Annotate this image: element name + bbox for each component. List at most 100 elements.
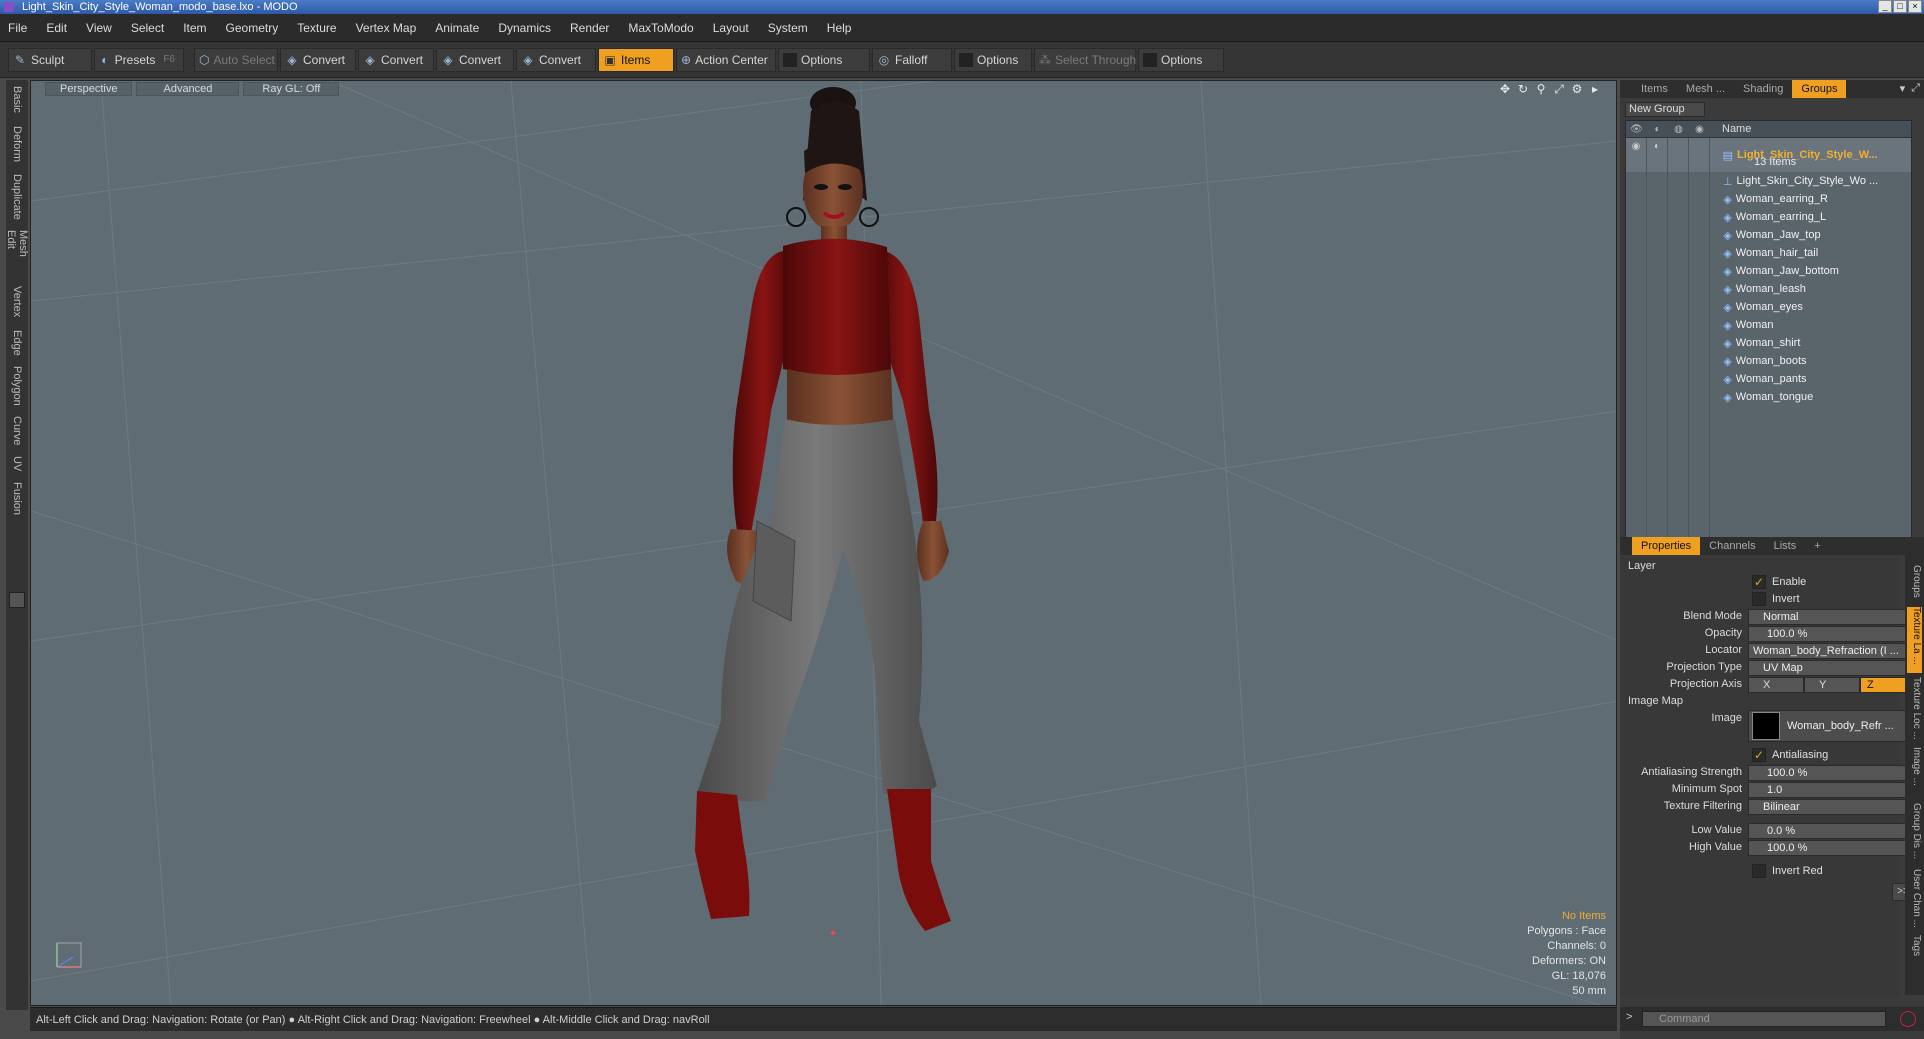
tab-edge[interactable]: Edge	[6, 328, 28, 358]
minimize-button[interactable]: _	[1878, 0, 1892, 13]
convert-items-button[interactable]: ◈ Convert	[516, 47, 596, 72]
tab-duplicate[interactable]: Duplicate	[6, 172, 28, 222]
locator-select[interactable]: Woman_body_Refraction (I ...	[1748, 643, 1916, 659]
tab-groups[interactable]: Groups	[1792, 80, 1847, 98]
zoom-icon[interactable]: ⚲	[1534, 82, 1548, 97]
tab-channels[interactable]: Channels	[1700, 537, 1764, 555]
side-tab-texture-layers[interactable]: Texture La ...	[1907, 607, 1922, 673]
tab-toggle-button[interactable]	[9, 592, 25, 608]
visibility-column-icon[interactable]: 👁	[1626, 124, 1647, 135]
auto-select-button[interactable]: ⬡ Auto Select	[194, 47, 278, 72]
menu-animate[interactable]: Animate	[435, 21, 479, 35]
list-item[interactable]: ◈ Woman_Jaw_bottom	[1626, 262, 1911, 280]
tab-uv[interactable]: UV	[6, 454, 28, 474]
convert-edges-button[interactable]: ◈ Convert	[358, 47, 434, 72]
action-center-options-button[interactable]: Options	[778, 47, 870, 72]
invert-checkbox[interactable]	[1752, 592, 1766, 606]
tab-mesh-edit[interactable]: Mesh Edit	[5, 228, 29, 278]
eye-icon[interactable]: ◉	[1626, 138, 1647, 172]
tab-basic[interactable]: Basic	[6, 84, 28, 120]
command-stop-icon[interactable]	[1900, 1011, 1916, 1027]
select-column-icon[interactable]: ◉	[1689, 124, 1710, 135]
list-item[interactable]: ◈ Woman_earring_R	[1626, 190, 1911, 208]
axis-x-button[interactable]: X	[1748, 677, 1804, 693]
view-advanced-tab[interactable]: Advanced	[136, 82, 240, 96]
list-item[interactable]: ⊥ Light_Skin_City_Style_Wo ...	[1626, 172, 1911, 190]
side-tab-tags[interactable]: Tags	[1907, 935, 1922, 965]
tab-deform[interactable]: Deform	[6, 124, 28, 166]
tab-polygon[interactable]: Polygon	[6, 364, 28, 408]
panel-expand-icon[interactable]: ⤢	[1911, 82, 1920, 95]
menu-view[interactable]: View	[86, 21, 112, 35]
tab-vertex[interactable]: Vertex	[6, 284, 28, 322]
convert-polygons-button[interactable]: ◈ Convert	[436, 47, 514, 72]
new-group-button[interactable]: New Group	[1625, 102, 1705, 117]
minimum-spot-field[interactable]: 1.0	[1748, 782, 1916, 798]
view-perspective-tab[interactable]: Perspective	[45, 82, 133, 96]
render-column-icon[interactable]: ◐	[1647, 124, 1668, 135]
high-value-field[interactable]: 100.0 %	[1748, 840, 1916, 856]
tab-items[interactable]: Items	[1632, 80, 1677, 98]
list-item[interactable]: ◈ Woman_Jaw_top	[1626, 226, 1911, 244]
tab-fusion[interactable]: Fusion	[6, 480, 28, 520]
root-group-row[interactable]: ◉ ◐ ▤ Light_Skin_City_Style_W... 13 Items	[1626, 138, 1911, 172]
pan-icon[interactable]: ✥	[1498, 82, 1512, 97]
tab-mesh[interactable]: Mesh ...	[1677, 80, 1734, 98]
list-item[interactable]: ◈ Woman_shirt	[1626, 334, 1911, 352]
tab-shading[interactable]: Shading	[1734, 80, 1792, 98]
menu-help[interactable]: Help	[827, 21, 852, 35]
invert-red-checkbox[interactable]	[1752, 864, 1766, 878]
list-item[interactable]: ◈ Woman_leash	[1626, 280, 1911, 298]
menu-layout[interactable]: Layout	[713, 21, 749, 35]
low-value-field[interactable]: 0.0 %	[1748, 823, 1916, 839]
maximize-button[interactable]: □	[1893, 0, 1907, 13]
menu-edit[interactable]: Edit	[46, 21, 67, 35]
side-tab-user-channels[interactable]: User Chan ...	[1907, 869, 1922, 931]
enable-checkbox[interactable]: ✓	[1752, 575, 1766, 589]
sculpt-button[interactable]: ✎ Sculpt	[8, 47, 92, 72]
menu-item[interactable]: Item	[183, 21, 206, 35]
section-layer[interactable]: Layer	[1628, 560, 1656, 572]
texture-filtering-select[interactable]: Bilinear	[1748, 799, 1916, 815]
rotate-icon[interactable]: ↻	[1516, 82, 1530, 97]
side-tab-groups[interactable]: Groups	[1907, 565, 1922, 605]
projection-type-select[interactable]: UV Map	[1748, 660, 1916, 676]
falloff-button[interactable]: ◎ Falloff	[872, 47, 952, 72]
tab-lists[interactable]: Lists	[1765, 537, 1806, 555]
side-tab-group-display[interactable]: Group Dis ...	[1907, 803, 1922, 865]
presets-button[interactable]: ◐ Presets F6	[94, 47, 184, 72]
ray-gl-tab[interactable]: Ray GL: Off	[243, 82, 340, 96]
menu-render[interactable]: Render	[570, 21, 609, 35]
items-mode-button[interactable]: ▣ Items	[598, 47, 674, 72]
side-tab-texture-locator[interactable]: Texture Loc ...	[1907, 677, 1922, 743]
list-item[interactable]: ◈ Woman	[1626, 316, 1911, 334]
axis-y-button[interactable]: Y	[1804, 677, 1860, 693]
falloff-options-button[interactable]: Options	[954, 47, 1032, 72]
viewport-settings-icon[interactable]: ⚙	[1570, 82, 1584, 97]
tab-curve[interactable]: Curve	[6, 414, 28, 448]
close-button[interactable]: ×	[1908, 0, 1922, 13]
tab-menu-icon[interactable]: ▾	[1900, 82, 1906, 95]
menu-system[interactable]: System	[768, 21, 808, 35]
tab-properties[interactable]: Properties	[1632, 537, 1701, 555]
render-icon[interactable]: ◐	[1647, 138, 1668, 172]
list-item[interactable]: ◈ Woman_hair_tail	[1626, 244, 1911, 262]
menu-texture[interactable]: Texture	[297, 21, 336, 35]
lock-column-icon[interactable]: ◍	[1668, 124, 1689, 135]
antialiasing-checkbox[interactable]: ✓	[1752, 748, 1766, 762]
opacity-field[interactable]: 100.0 %	[1748, 626, 1916, 642]
aa-strength-field[interactable]: 100.0 %	[1748, 765, 1916, 781]
side-tab-image[interactable]: Image ...	[1907, 747, 1922, 799]
menu-select[interactable]: Select	[131, 21, 164, 35]
action-center-button[interactable]: ⊕ Action Center	[676, 47, 776, 72]
select-through-options-button[interactable]: Options	[1138, 47, 1224, 72]
menu-maxtomodo[interactable]: MaxToModo	[628, 21, 693, 35]
menu-dynamics[interactable]: Dynamics	[498, 21, 551, 35]
list-item[interactable]: ◈ Woman_eyes	[1626, 298, 1911, 316]
menu-file[interactable]: File	[8, 21, 27, 35]
section-image-map[interactable]: Image Map	[1628, 695, 1683, 707]
menu-geometry[interactable]: Geometry	[226, 21, 279, 35]
add-tab-button[interactable]: +	[1805, 537, 1829, 555]
command-input[interactable]: Command	[1642, 1011, 1886, 1027]
fit-icon[interactable]: ⤢	[1552, 82, 1566, 97]
